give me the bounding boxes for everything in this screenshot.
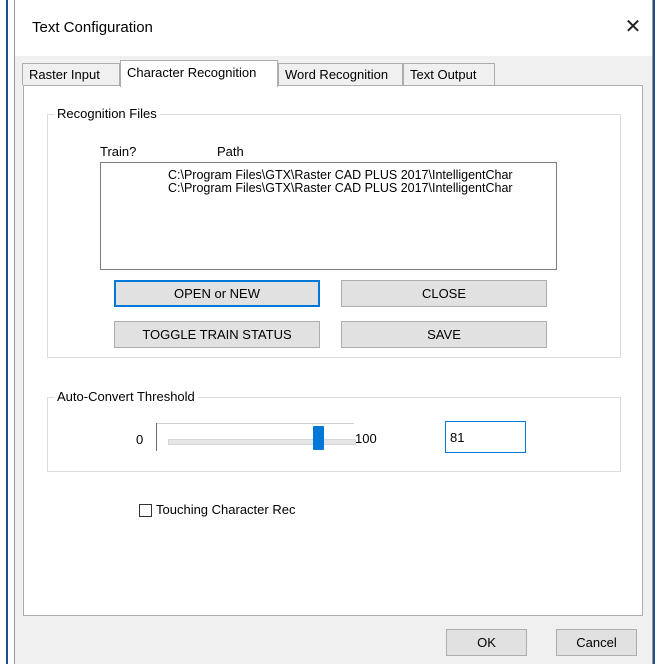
character-recognition-panel: Recognition Files Train? Path C:\Program… — [23, 85, 643, 616]
window-title: Text Configuration — [32, 19, 153, 36]
tab-word-recognition[interactable]: Word Recognition — [278, 63, 403, 85]
close-icon[interactable]: ✕ — [620, 14, 646, 40]
threshold-slider[interactable] — [156, 423, 356, 451]
file-path: C:\Program Files\GTX\Raster CAD PLUS 201… — [168, 168, 513, 182]
recognition-files-group: Recognition Files Train? Path C:\Program… — [47, 106, 621, 358]
recognition-files-label: Recognition Files — [54, 106, 160, 121]
slider-min-label: 0 — [136, 432, 144, 447]
ok-button[interactable]: OK — [446, 629, 527, 656]
open-or-new-button[interactable]: OPEN or NEW — [114, 280, 320, 307]
cancel-button[interactable]: Cancel — [556, 629, 637, 656]
recognition-files-list[interactable]: C:\Program Files\GTX\Raster CAD PLUS 201… — [100, 162, 557, 270]
title-bar: Text Configuration ✕ — [15, 0, 652, 56]
touching-character-checkbox[interactable] — [139, 504, 152, 517]
threshold-value-input[interactable] — [445, 421, 526, 453]
slider-max-label: 100 — [355, 431, 377, 446]
column-header-train: Train? — [100, 144, 137, 159]
tab-strip: Raster Input Character Recognition Word … — [15, 60, 652, 87]
list-item[interactable]: C:\Program Files\GTX\Raster CAD PLUS 201… — [168, 182, 513, 195]
text-configuration-dialog: Text Configuration ✕ Raster Input Charac… — [14, 0, 653, 664]
tab-raster-input[interactable]: Raster Input — [22, 63, 120, 85]
column-header-path: Path — [217, 144, 244, 159]
toggle-train-status-button[interactable]: TOGGLE TRAIN STATUS — [114, 321, 320, 348]
auto-convert-threshold-label: Auto-Convert Threshold — [54, 389, 198, 404]
close-file-button[interactable]: CLOSE — [341, 280, 547, 307]
save-button[interactable]: SAVE — [341, 321, 547, 348]
file-path: C:\Program Files\GTX\Raster CAD PLUS 201… — [168, 181, 513, 195]
touching-character-label: Touching Character Rec — [156, 502, 296, 517]
tab-text-output[interactable]: Text Output — [403, 63, 495, 85]
tab-character-recognition[interactable]: Character Recognition — [120, 60, 278, 87]
slider-thumb[interactable] — [313, 426, 325, 450]
slider-tick — [156, 423, 157, 451]
background-window-edge-right — [653, 0, 659, 664]
background-window-edge-left — [0, 0, 14, 664]
slider-rail — [168, 439, 356, 445]
